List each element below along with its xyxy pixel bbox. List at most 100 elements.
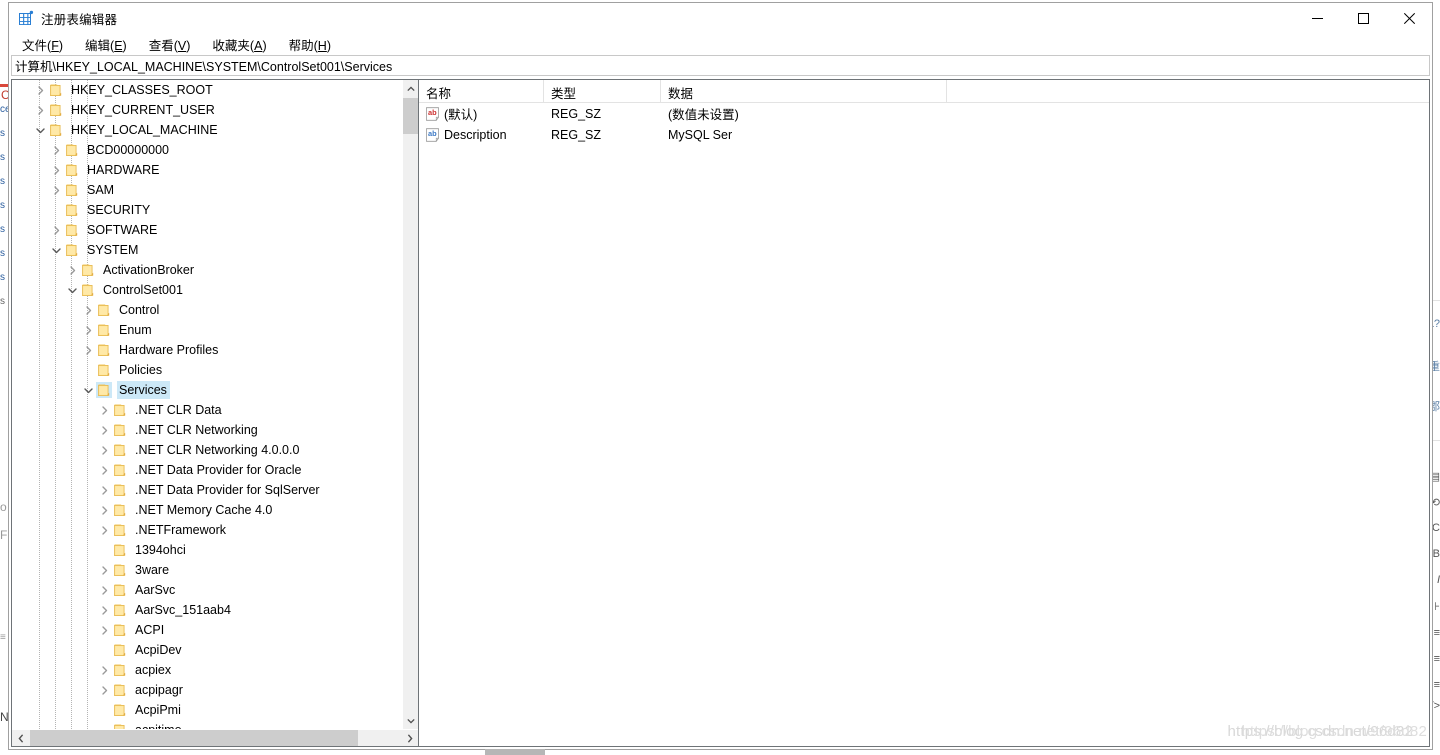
tree-node-sam[interactable]: SAM — [12, 180, 402, 200]
chevron-right-icon[interactable] — [80, 320, 96, 340]
minimize-button[interactable] — [1294, 3, 1340, 33]
chevron-right-icon[interactable] — [96, 420, 112, 440]
tree-node-label: acpipagr — [135, 683, 183, 697]
chevron-down-icon[interactable] — [64, 280, 80, 300]
menu-view[interactable]: 查看(V) — [147, 34, 193, 55]
tree-scroll-down-button[interactable] — [403, 712, 418, 729]
registry-tree[interactable]: HKEY_CLASSES_ROOT HKEY_CURRENT_USER HKEY_L… — [12, 80, 402, 729]
value-data-cell: (数值未设置) — [668, 108, 739, 122]
chevron-right-icon[interactable] — [96, 620, 112, 640]
tree-node-label: .NET Data Provider for SqlServer — [135, 483, 320, 497]
tree-node-activationbroker[interactable]: ActivationBroker — [12, 260, 402, 280]
string-default-icon: ab — [425, 106, 440, 121]
tree-node-software[interactable]: SOFTWARE — [12, 220, 402, 240]
chevron-right-icon[interactable] — [96, 660, 112, 680]
tree-node-hkey-current-user[interactable]: HKEY_CURRENT_USER — [12, 100, 402, 120]
tree-node-controlset001[interactable]: ControlSet001 — [12, 280, 402, 300]
menu-favorites[interactable]: 收藏夹(A) — [210, 34, 268, 55]
tree-node-hkey-local-machine[interactable]: HKEY_LOCAL_MACHINE — [12, 120, 402, 140]
address-bar[interactable]: 计算机\HKEY_LOCAL_MACHINE\SYSTEM\ControlSet… — [11, 55, 1430, 76]
tree-node-system[interactable]: SYSTEM — [12, 240, 402, 260]
tree-node-security[interactable]: SECURITY — [12, 200, 402, 220]
chevron-right-icon[interactable] — [96, 460, 112, 480]
title-bar[interactable]: 注册表编辑器 — [9, 3, 1432, 33]
tree-scroll-right-button[interactable] — [401, 730, 418, 746]
tree-vscroll-thumb[interactable] — [403, 98, 418, 134]
chevron-right-icon[interactable] — [48, 140, 64, 160]
chevron-down-icon[interactable] — [32, 120, 48, 140]
chevron-down-icon[interactable] — [80, 380, 96, 400]
value-name-label: (默认) — [444, 108, 478, 122]
chevron-right-icon[interactable] — [32, 100, 48, 120]
tree-scroll-left-button[interactable] — [12, 730, 29, 746]
tree-vscroll-track[interactable] — [403, 97, 418, 712]
chevron-right-icon[interactable] — [80, 300, 96, 320]
tree-horizontal-scrollbar[interactable] — [12, 729, 418, 746]
value-row[interactable]: ab (默认) REG_SZ (数值未设置) — [419, 103, 1429, 124]
chevron-right-icon[interactable] — [48, 160, 64, 180]
menu-help[interactable]: 帮助(H) — [287, 34, 333, 55]
chevron-right-icon[interactable] — [96, 600, 112, 620]
tree-vertical-scrollbar[interactable] — [402, 80, 418, 729]
chevron-right-icon[interactable] — [96, 520, 112, 540]
tree-node-label: .NET Data Provider for Oracle — [135, 463, 302, 477]
tree-node-label: AcpiPmi — [135, 703, 181, 717]
menu-help-label: 帮助 — [288, 38, 314, 53]
value-row[interactable]: ab Description REG_SZ MySQL Ser — [419, 124, 1429, 145]
taskbar-sliver — [485, 749, 545, 755]
tree-node-label: .NETFramework — [135, 523, 226, 537]
values-list[interactable]: ab (默认) REG_SZ (数值未设置) ab Description REG_SZ My… — [419, 103, 1429, 145]
folder-icon — [112, 642, 128, 658]
tree-node-label: HKEY_LOCAL_MACHINE — [71, 123, 218, 137]
tree-scroll-up-button[interactable] — [403, 80, 418, 97]
chevron-right-icon[interactable] — [48, 220, 64, 240]
chevron-right-icon[interactable] — [96, 480, 112, 500]
chevron-right-icon[interactable] — [96, 400, 112, 420]
menu-edit[interactable]: 编辑(E) — [83, 34, 129, 55]
menu-edit-accel: E — [114, 38, 123, 53]
tree-guide-line — [39, 80, 41, 729]
folder-icon — [48, 102, 64, 118]
chevron-right-icon[interactable] — [80, 340, 96, 360]
column-header-type[interactable]: 类型 — [544, 80, 661, 102]
menu-view-label: 查看 — [148, 38, 174, 53]
menu-file[interactable]: 文件(F) — [20, 34, 65, 55]
folder-icon — [112, 442, 128, 458]
chevron-right-icon[interactable] — [96, 560, 112, 580]
svg-text:ab: ab — [428, 129, 437, 138]
tree-node-label: .NET Memory Cache 4.0 — [135, 503, 273, 517]
chevron-right-icon[interactable] — [48, 180, 64, 200]
column-header-data[interactable]: 数据 — [661, 80, 947, 102]
folder-icon — [64, 142, 80, 158]
column-header-name[interactable]: 名称 — [419, 80, 544, 102]
menu-help-accel: H — [317, 38, 327, 53]
tree-node-label: .NET CLR Networking — [135, 423, 258, 437]
chevron-right-icon[interactable] — [96, 680, 112, 700]
tree-node-hkey-classes-root[interactable]: HKEY_CLASSES_ROOT — [12, 80, 402, 100]
close-button[interactable] — [1386, 3, 1432, 33]
chevron-right-icon[interactable] — [96, 500, 112, 520]
tree-node-hardware[interactable]: HARDWARE — [12, 160, 402, 180]
chevron-right-icon[interactable] — [96, 440, 112, 460]
maximize-button[interactable] — [1340, 3, 1386, 33]
chevron-right-icon[interactable] — [96, 580, 112, 600]
background-right-fragment: B — [1432, 548, 1440, 560]
value-name-cell: ab (默认) — [419, 104, 544, 123]
folder-icon — [112, 402, 128, 418]
folder-icon — [48, 122, 64, 138]
tree-node-label: SECURITY — [87, 203, 151, 217]
registry-tree-pane: HKEY_CLASSES_ROOT HKEY_CURRENT_USER HKEY_L… — [11, 79, 419, 747]
tree-hscroll-thumb[interactable] — [30, 730, 358, 746]
chevron-right-icon[interactable] — [32, 80, 48, 100]
chevron-right-icon[interactable] — [64, 260, 80, 280]
tree-node-bcd00000000[interactable]: BCD00000000 — [12, 140, 402, 160]
chevron-down-icon[interactable] — [48, 240, 64, 260]
